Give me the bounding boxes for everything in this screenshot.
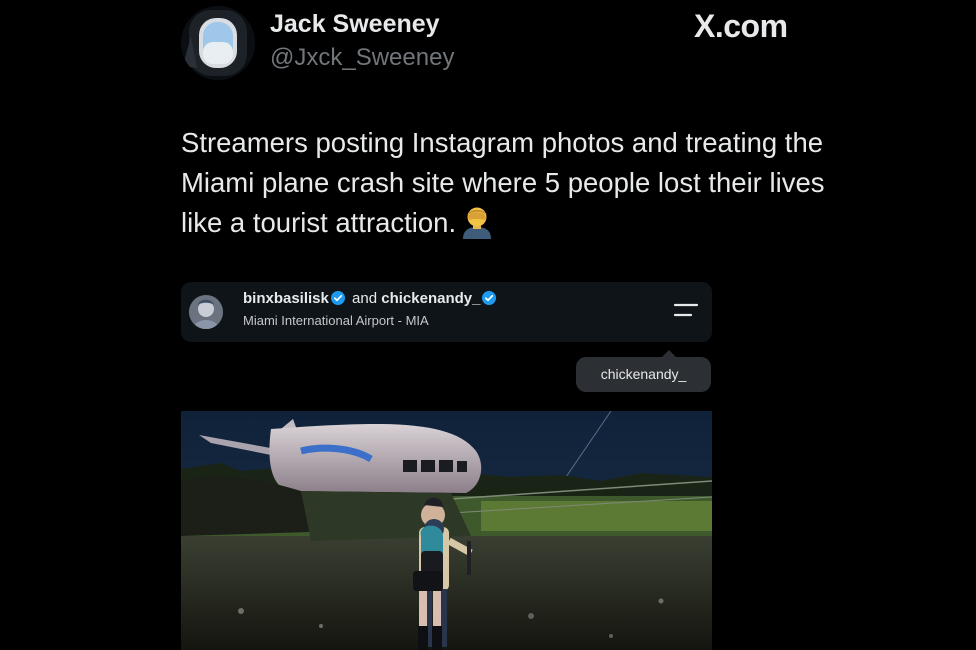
author-handle[interactable]: @Jxck_Sweeney <box>270 44 454 72</box>
brand-logo: X.com <box>694 8 788 44</box>
tweet-text: Streamers posting Instagram photos and t… <box>181 123 841 243</box>
instagram-post-header: binxbasilisk and chickenandy_ Miami Inte… <box>181 282 712 342</box>
instagram-usernames: binxbasilisk and chickenandy_ <box>243 290 499 307</box>
author-avatar[interactable] <box>181 6 255 80</box>
instagram-location[interactable]: Miami International Airport - MIA <box>243 313 429 328</box>
instagram-user-binxbasilisk[interactable]: binxbasilisk <box>243 290 329 307</box>
verified-badge-icon <box>482 291 497 305</box>
author-name[interactable]: Jack Sweeney <box>270 10 440 39</box>
menu-icon[interactable] <box>673 300 699 320</box>
instagram-connector: and <box>352 290 378 307</box>
tweet-text-body: Streamers posting Instagram photos and t… <box>181 127 825 238</box>
face-palm-emoji-icon <box>460 205 494 239</box>
user-tag-bubble[interactable]: chickenandy_ <box>576 350 711 392</box>
verified-badge-icon <box>330 291 345 305</box>
instagram-user-chickenandy[interactable]: chickenandy_ <box>381 290 480 307</box>
crashed-plane-photo <box>181 411 712 650</box>
instagram-avatar[interactable] <box>189 295 223 329</box>
